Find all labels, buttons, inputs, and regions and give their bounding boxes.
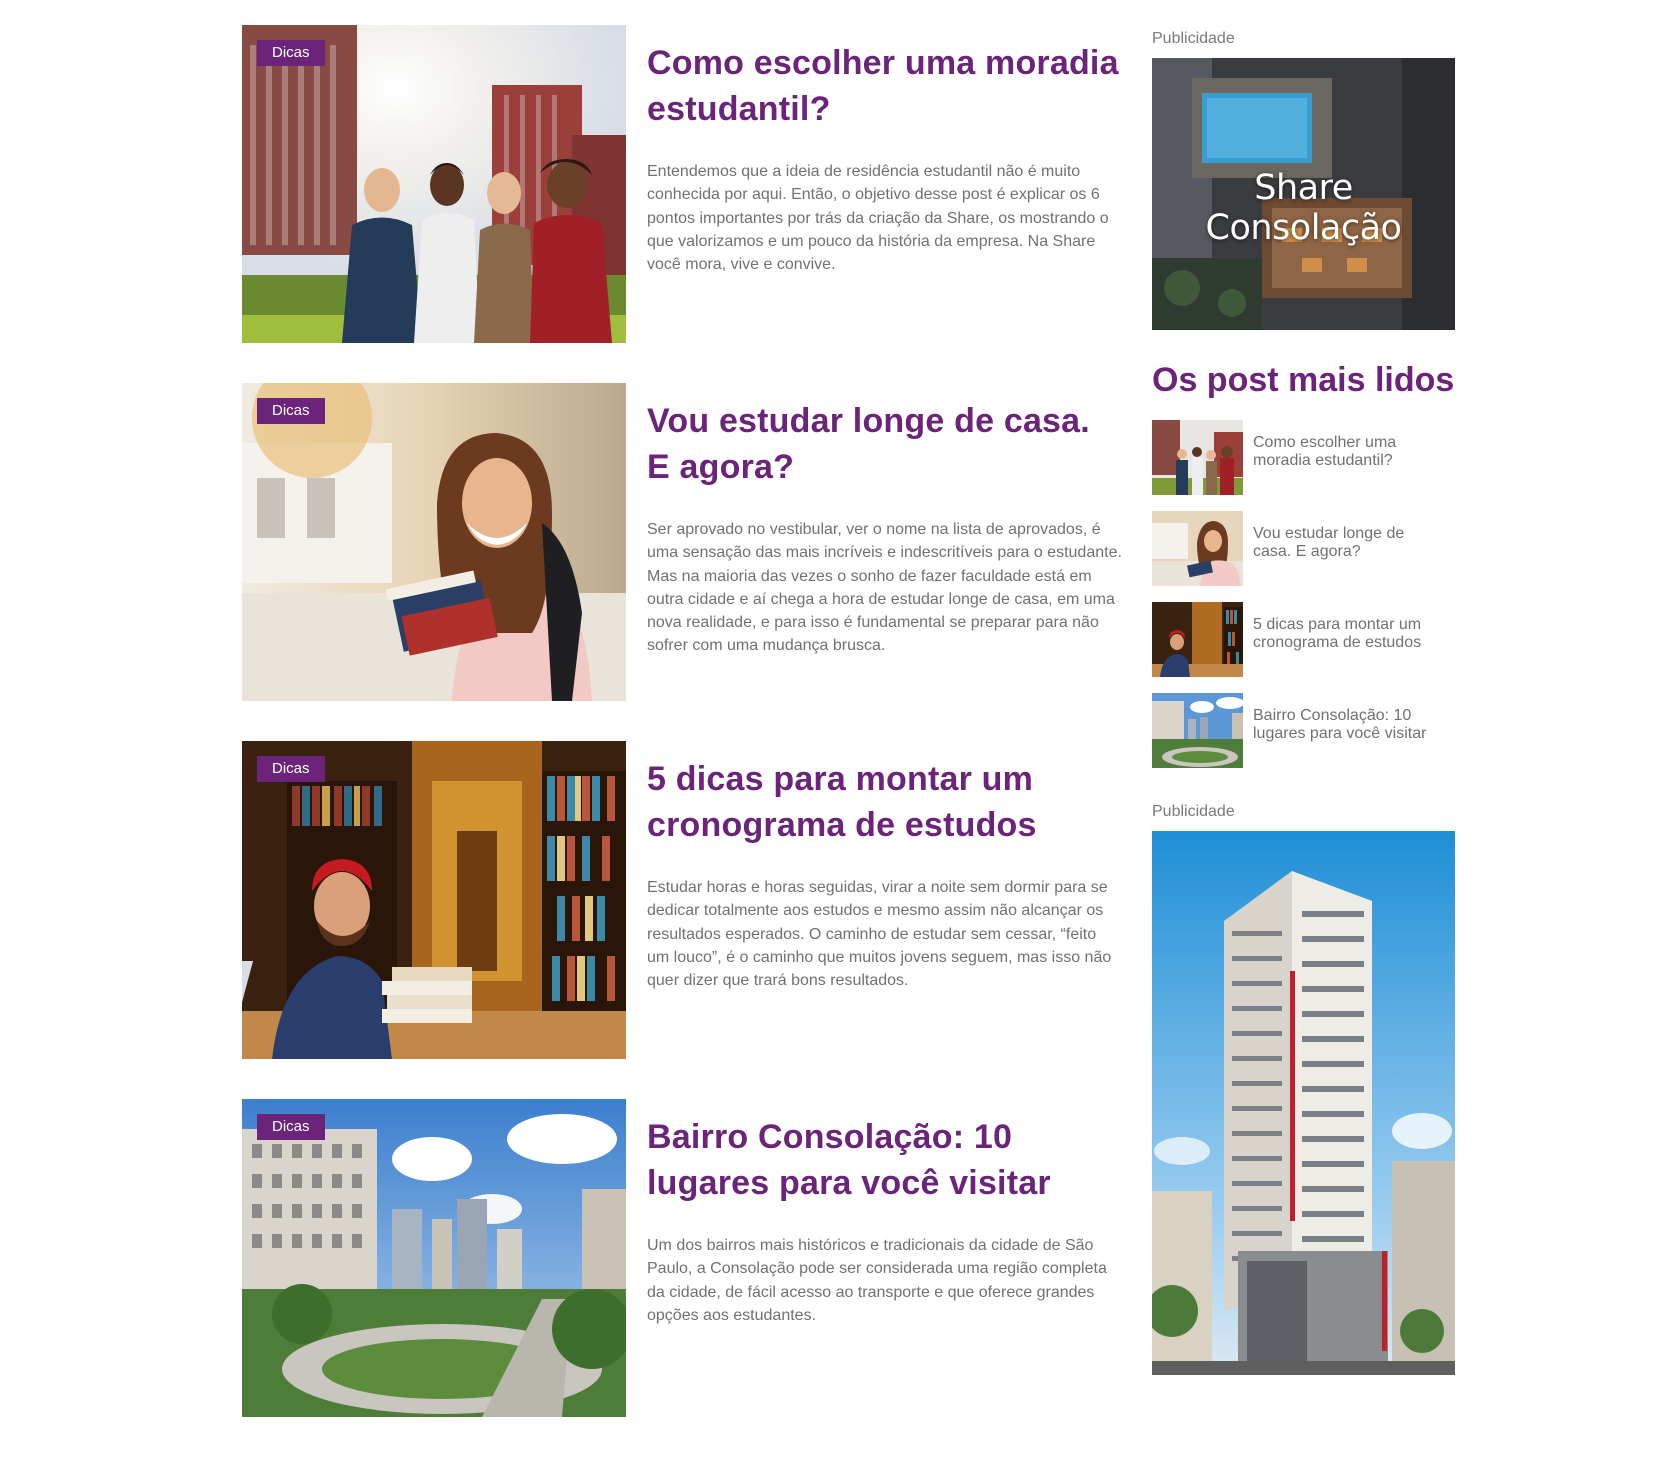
post-body: 5 dicas para montar um cronograma de est… [647, 756, 1122, 992]
post-excerpt: Entendemos que a ideia de residência est… [647, 163, 1109, 274]
popular-post-item[interactable]: 5 dicas para montar um cronograma de est… [1152, 602, 1455, 677]
post-image-city[interactable]: Dicas [242, 1099, 626, 1417]
post-image-library[interactable]: Dicas [242, 741, 626, 1059]
popular-post-thumb[interactable] [1152, 693, 1243, 768]
post-excerpt: Estudar horas e horas seguidas, virar a … [647, 879, 1112, 990]
post-card: Dicas Como escolher uma moradia estudant… [242, 25, 1122, 343]
popular-post-title[interactable]: Bairro Consolação: 10 lugares para você … [1253, 707, 1443, 742]
popular-post-title[interactable]: Vou estudar longe de casa. E agora? [1253, 525, 1443, 560]
popular-post-title[interactable]: Como escolher uma moradia estudantil? [1253, 434, 1443, 469]
post-body: Vou estudar longe de casa. E agora? Ser … [647, 398, 1122, 658]
popular-post-item[interactable]: Bairro Consolação: 10 lugares para você … [1152, 693, 1455, 768]
post-title[interactable]: Como escolher uma moradia estudantil? [647, 40, 1122, 132]
post-body: Como escolher uma moradia estudantil? En… [647, 40, 1122, 276]
ad-banner-building[interactable] [1152, 831, 1455, 1375]
popular-post-thumb[interactable] [1152, 602, 1243, 677]
sidebar: Publicidade Share Consolação Os post mai… [1152, 25, 1455, 1375]
post-image-student-books[interactable]: Dicas [242, 383, 626, 701]
popular-posts-title: Os post mais lidos [1152, 361, 1455, 399]
post-body: Bairro Consolação: 10 lugares para você … [647, 1114, 1122, 1327]
post-title[interactable]: 5 dicas para montar um cronograma de est… [647, 756, 1122, 848]
post-image-students[interactable]: Dicas [242, 25, 626, 343]
post-excerpt: Um dos bairros mais históricos e tradici… [647, 1237, 1107, 1324]
post-excerpt: Ser aprovado no vestibular, ver o nome n… [647, 521, 1122, 655]
post-card: Dicas Vou estudar longe de casa. E agora… [242, 383, 1122, 701]
popular-post-item[interactable]: Vou estudar longe de casa. E agora? [1152, 511, 1455, 586]
post-title[interactable]: Vou estudar longe de casa. E agora? [647, 398, 1122, 490]
category-badge[interactable]: Dicas [257, 40, 325, 66]
post-card: Dicas Bairro Consolação: 10 lugares para… [242, 1099, 1122, 1417]
ad-caption: Share Consolação [1205, 168, 1402, 248]
ad-banner-share-consolacao[interactable]: Share Consolação [1152, 58, 1455, 330]
popular-post-title[interactable]: 5 dicas para montar um cronograma de est… [1253, 616, 1443, 651]
popular-post-item[interactable]: Como escolher uma moradia estudantil? [1152, 420, 1455, 495]
posts-list: Dicas Como escolher uma moradia estudant… [242, 25, 1122, 1457]
category-badge[interactable]: Dicas [257, 1114, 325, 1140]
ad-label: Publicidade [1152, 30, 1235, 47]
category-badge[interactable]: Dicas [257, 756, 325, 782]
ad-label: Publicidade [1152, 803, 1235, 820]
category-badge[interactable]: Dicas [257, 398, 325, 424]
post-title[interactable]: Bairro Consolação: 10 lugares para você … [647, 1114, 1122, 1206]
popular-post-thumb[interactable] [1152, 420, 1243, 495]
post-card: Dicas 5 dicas para montar um cronograma … [242, 741, 1122, 1059]
popular-post-thumb[interactable] [1152, 511, 1243, 586]
